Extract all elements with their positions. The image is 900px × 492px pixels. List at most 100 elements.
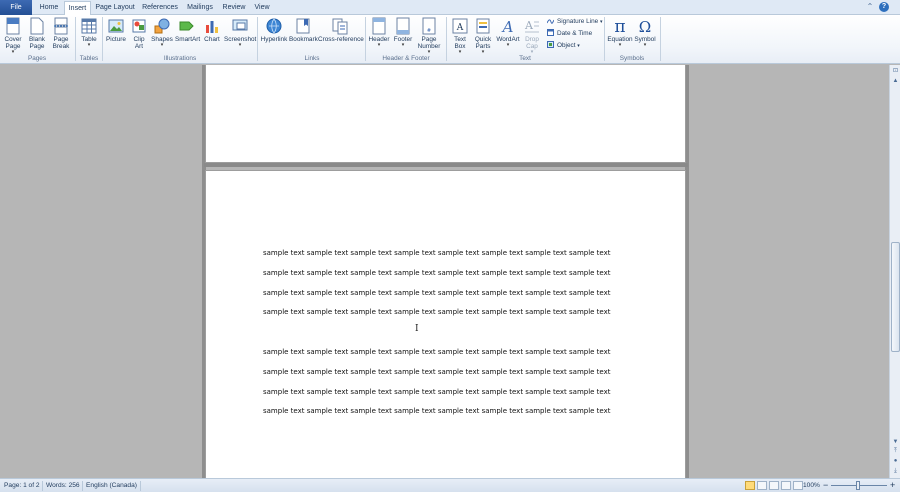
scroll-up-icon[interactable]: ▲ [891,77,900,86]
object-icon [547,41,554,48]
chart-button[interactable]: Chart [202,17,222,43]
signature-line-button[interactable]: Signature Line ▾ [547,17,603,27]
dropdown-arrow-icon: ▾ [577,43,580,49]
wordart-button[interactable]: A WordArt ▾ [495,17,521,48]
bookmark-button[interactable]: Bookmark [289,17,318,43]
zoom-slider-handle[interactable] [856,481,860,490]
hyperlink-button[interactable]: Hyperlink [260,17,288,43]
signature-line-icon [547,19,554,24]
group-label-header-footer: Header & Footer [382,55,430,62]
quick-parts-icon [476,18,490,34]
text-line[interactable]: sample text sample text sample text samp… [263,269,611,278]
table-button[interactable]: Table ▾ [78,17,100,48]
dropdown-arrow-icon: ▾ [506,42,510,48]
drop-cap-label-1: Drop [525,36,539,43]
footer-button[interactable]: Footer ▾ [392,17,414,48]
print-layout-view-icon[interactable] [745,481,755,490]
document-page-1[interactable] [206,65,685,162]
quick-parts-label-1: Quick [474,36,492,43]
hyperlink-icon [266,18,282,34]
tab-mailings[interactable]: Mailings [184,1,216,15]
screenshot-button[interactable]: Screenshot ▾ [224,17,256,48]
smartart-button[interactable]: SmartArt [175,17,201,43]
status-separator [42,481,43,491]
shapes-button[interactable]: Shapes ▾ [150,17,174,48]
group-label-symbols: Symbols [619,55,645,62]
clip-art-button[interactable]: Clip Art [130,17,148,50]
footer-icon [396,17,410,35]
page-number-button[interactable]: # Page Number ▾ [415,17,443,55]
next-page-icon[interactable]: ⤓ [891,467,900,476]
help-icon[interactable]: ? [879,2,889,12]
text-line[interactable]: sample text sample text sample text samp… [263,368,611,377]
tab-insert[interactable]: Insert [64,1,91,16]
group-label-links: Links [304,55,320,62]
web-layout-view-icon[interactable] [769,481,779,490]
page-count-status[interactable]: Page: 1 of 2 [4,479,40,492]
text-line[interactable]: sample text sample text sample text samp… [263,348,611,357]
smartart-label: SmartArt [175,36,201,43]
tab-references[interactable]: References [140,1,180,15]
bookmark-icon [296,18,310,34]
minimize-ribbon-icon[interactable]: ⌃ [865,2,875,12]
page-break-label-1: Page [53,36,69,43]
cross-reference-button[interactable]: Cross-reference [318,17,364,43]
svg-text:A: A [524,19,534,32]
document-page-2[interactable]: sample text sample text sample text samp… [206,171,685,478]
previous-page-icon[interactable]: ⤒ [891,447,900,456]
symbol-button[interactable]: Ω Symbol ▾ [634,17,656,48]
text-line[interactable]: sample text sample text sample text samp… [263,289,611,298]
select-browse-object-icon[interactable]: ● [891,457,900,466]
draft-view-icon[interactable] [793,481,803,490]
chart-label: Chart [204,36,220,43]
screenshot-icon [232,19,248,31]
dropdown-arrow-icon: ▾ [377,42,381,48]
picture-button[interactable]: Picture [104,17,128,43]
tab-home[interactable]: Home [36,1,62,15]
text-box-button[interactable]: A Text Box ▾ [449,17,471,55]
picture-icon [108,19,124,33]
page-break-button[interactable]: Page Break [50,17,72,50]
full-screen-reading-view-icon[interactable] [757,481,767,490]
word-count-status[interactable]: Words: 256 [46,479,80,492]
zoom-level[interactable]: 100% [803,479,820,492]
page-number-icon: # [422,17,436,35]
wordart-icon: A [501,18,514,35]
object-button[interactable]: Object ▾ [547,41,580,51]
text-line[interactable]: sample text sample text sample text samp… [263,388,611,397]
scrollbar-thumb[interactable] [891,242,900,352]
status-bar: Page: 1 of 2 Words: 256 English (Canada)… [0,478,900,492]
scroll-down-icon[interactable]: ▼ [891,438,900,447]
ruler-toggle-icon[interactable]: ⊡ [891,67,900,76]
signature-line-label: Signature Line [557,18,599,25]
text-cursor-icon: I [415,324,419,334]
clip-art-label-2: Art [134,43,144,50]
header-button[interactable]: Header ▾ [368,17,390,48]
text-line[interactable]: sample text sample text sample text samp… [263,308,611,317]
vertical-scrollbar[interactable]: ⊡ ▲ ▼ ⤒ ● ⤓ [889,65,900,478]
equation-button[interactable]: π Equation ▾ [606,17,634,48]
text-line[interactable]: sample text sample text sample text samp… [263,249,611,258]
header-icon [372,17,386,35]
language-status[interactable]: English (Canada) [86,479,137,492]
zoom-out-icon[interactable]: − [823,479,828,492]
dropdown-arrow-icon: ▾ [600,19,603,25]
tab-file[interactable]: File [0,0,32,15]
text-line[interactable]: sample text sample text sample text samp… [263,407,611,416]
outline-view-icon[interactable] [781,481,791,490]
tab-page-layout[interactable]: Page Layout [95,1,135,15]
dropdown-arrow-icon: ▾ [238,42,242,48]
blank-page-button[interactable]: Blank Page [26,17,48,50]
date-time-button[interactable]: Date & Time [547,29,592,38]
cover-page-button[interactable]: Cover Page ▾ [2,17,24,55]
tab-review[interactable]: Review [220,1,248,15]
svg-text:#: # [427,28,431,34]
dropdown-arrow-icon: ▾ [160,42,164,48]
drop-cap-button[interactable]: A Drop Cap ▾ [522,17,542,55]
zoom-in-icon[interactable]: + [890,479,895,492]
document-area[interactable]: sample text sample text sample text samp… [0,65,889,478]
tab-view[interactable]: View [251,1,273,15]
group-label-tables: Tables [79,55,99,62]
status-separator [140,481,141,491]
quick-parts-button[interactable]: Quick Parts ▾ [472,17,494,55]
